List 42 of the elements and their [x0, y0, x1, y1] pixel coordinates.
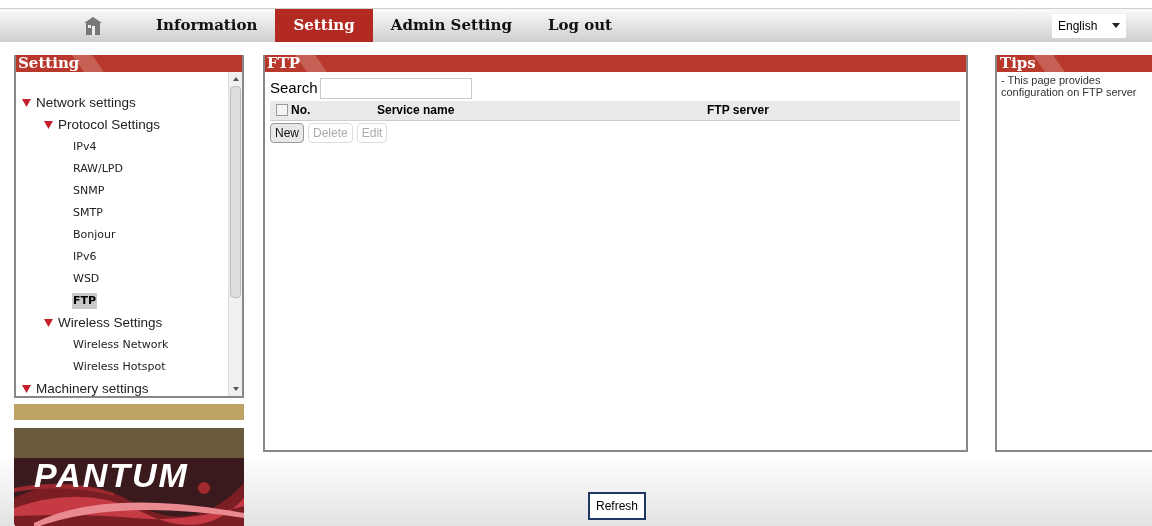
- search-field[interactable]: [319, 77, 472, 99]
- nav-tab[interactable]: Log out: [529, 9, 630, 42]
- language-value: English: [1058, 17, 1098, 35]
- tree-item[interactable]: IPv6: [72, 248, 98, 266]
- tree-item[interactable]: FTP: [72, 292, 98, 310]
- tree-item[interactable]: RAW/LPD: [72, 160, 124, 178]
- scroll-up-icon[interactable]: [232, 77, 239, 81]
- home-icon[interactable]: [83, 15, 103, 36]
- column-header: No.: [291, 102, 312, 119]
- toolbar-button[interactable]: New: [270, 122, 304, 143]
- scroll-down-icon[interactable]: [232, 387, 239, 391]
- nav-tab[interactable]: Admin Setting: [372, 9, 530, 42]
- scrollbar[interactable]: [228, 72, 242, 396]
- column-header: FTP server: [707, 102, 769, 119]
- tree-group[interactable]: Protocol Settings: [58, 114, 161, 136]
- tree-group[interactable]: Network settings: [36, 92, 136, 114]
- collapse-triangle-icon[interactable]: [44, 319, 53, 327]
- language-select[interactable]: English: [1052, 13, 1126, 38]
- dropdown-arrow-icon: [1112, 23, 1120, 28]
- logo-text: PANTUM: [34, 455, 189, 496]
- refresh-button[interactable]: Refresh: [588, 492, 646, 520]
- collapse-triangle-icon[interactable]: [44, 121, 53, 129]
- panel-title: Setting: [18, 56, 80, 71]
- nav-tab[interactable]: Setting: [275, 9, 373, 42]
- tree-item[interactable]: Bonjour: [72, 226, 117, 244]
- tree-group[interactable]: Wireless Settings: [58, 312, 163, 334]
- tree-item[interactable]: IPv4: [72, 138, 98, 156]
- search-label: Search: [270, 78, 318, 98]
- panel-title: FTP: [267, 56, 301, 71]
- column-header: Service name: [377, 102, 456, 119]
- tips-text: - This page provides configuration on FTP server: [1000, 73, 1138, 98]
- panel-title: Tips: [1000, 56, 1036, 71]
- tree-item[interactable]: WSD: [72, 270, 101, 288]
- tree-group[interactable]: Machinery settings: [36, 378, 149, 396]
- collapse-triangle-icon[interactable]: [22, 385, 31, 393]
- tree-item[interactable]: Wireless Hotspot: [72, 358, 167, 376]
- tree-item[interactable]: Wireless Network: [72, 336, 170, 354]
- tree-item[interactable]: SNMP: [72, 182, 106, 200]
- collapse-triangle-icon[interactable]: [22, 99, 31, 107]
- checkbox[interactable]: [276, 104, 288, 116]
- tree-item[interactable]: SMTP: [72, 204, 104, 222]
- nav-tab[interactable]: Information: [138, 9, 276, 42]
